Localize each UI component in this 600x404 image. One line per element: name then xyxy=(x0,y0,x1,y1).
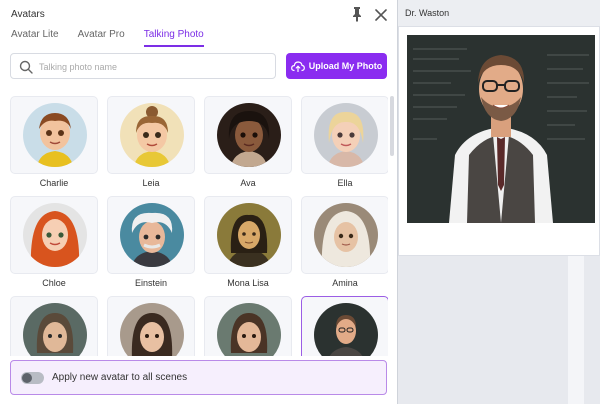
avatar-thumbnail-charlie xyxy=(23,103,87,167)
avatar-thumbnail-mona-lisa xyxy=(217,203,281,267)
avatar-card[interactable] xyxy=(301,196,388,274)
avatar-name: Ella xyxy=(337,178,353,188)
tab-avatar-lite[interactable]: Avatar Lite xyxy=(11,29,59,47)
preview-image xyxy=(407,35,595,223)
avatar-thumbnail-amina xyxy=(314,203,378,267)
tab-avatar-pro[interactable]: Avatar Pro xyxy=(78,29,125,47)
avatar-thumbnail-chloe xyxy=(23,203,87,267)
avatar-name: Chloe xyxy=(42,278,66,288)
apply-all-scenes-bar: Apply new avatar to all scenes xyxy=(10,360,387,395)
avatar-card[interactable] xyxy=(107,96,195,174)
avatar-thumbnail-11 xyxy=(217,303,281,356)
upload-my-photo-button[interactable]: Upload My Photo xyxy=(286,53,387,79)
preview-title: Dr. Waston xyxy=(405,8,450,18)
avatar-grid: Charlie Leia Ava Ella Chloe Einstein Mon… xyxy=(10,96,388,356)
avatar-card[interactable] xyxy=(204,296,292,356)
search-box xyxy=(10,53,276,79)
avatar-thumbnail-einstein xyxy=(120,203,184,267)
upload-button-label: Upload My Photo xyxy=(308,61,383,71)
avatar-card[interactable] xyxy=(204,96,292,174)
pin-icon[interactable] xyxy=(350,6,364,22)
avatar-item-10[interactable] xyxy=(107,296,196,356)
avatar-card[interactable] xyxy=(10,196,98,274)
avatar-card[interactable] xyxy=(10,296,98,356)
avatar-item-mona-lisa[interactable]: Mona Lisa xyxy=(204,196,293,296)
avatar-item-9[interactable] xyxy=(10,296,99,356)
avatar-item-ella[interactable]: Ella xyxy=(301,96,388,196)
avatar-thumbnail-ava xyxy=(217,103,281,167)
avatar-item-11[interactable] xyxy=(204,296,293,356)
apply-all-scenes-toggle[interactable] xyxy=(21,372,44,384)
avatar-name: Leia xyxy=(142,178,160,188)
avatar-card[interactable] xyxy=(301,96,388,174)
panel-title: Avatars xyxy=(11,9,45,20)
avatar-item-leia[interactable]: Leia xyxy=(107,96,196,196)
avatars-panel: Avatars Avatar Lite Avatar Pro Talking P… xyxy=(0,0,398,404)
avatar-name: Mona Lisa xyxy=(227,278,269,288)
close-icon[interactable] xyxy=(374,8,388,22)
avatar-thumbnail-leia xyxy=(120,103,184,167)
avatar-card[interactable] xyxy=(107,196,195,274)
avatar-thumbnail-10 xyxy=(120,303,184,356)
avatar-item-einstein[interactable]: Einstein xyxy=(107,196,196,296)
avatar-name: Einstein xyxy=(134,278,168,288)
preview-pane: Dr. Waston xyxy=(398,0,600,404)
avatar-thumbnail-12 xyxy=(314,303,378,356)
avatar-item-ava[interactable]: Ava xyxy=(204,96,293,196)
avatar-name: Amina xyxy=(332,278,358,288)
apply-all-scenes-label: Apply new avatar to all scenes xyxy=(52,372,188,383)
avatar-item-chloe[interactable]: Chloe xyxy=(10,196,99,296)
avatar-thumbnail-9 xyxy=(23,303,87,356)
avatar-item-charlie[interactable]: Charlie xyxy=(10,96,99,196)
tab-talking-photo[interactable]: Talking Photo xyxy=(143,29,204,47)
avatar-item-amina[interactable]: Amina xyxy=(301,196,388,296)
avatar-card[interactable] xyxy=(10,96,98,174)
search-input[interactable] xyxy=(39,58,269,75)
avatar-name: Charlie xyxy=(39,178,69,188)
search-icon xyxy=(19,60,33,74)
upload-cloud-icon xyxy=(290,60,305,72)
grid-scrollbar[interactable] xyxy=(390,96,394,156)
preview-scroll-strip xyxy=(568,256,584,404)
avatar-card-selected[interactable] xyxy=(301,296,388,356)
avatar-card[interactable] xyxy=(107,296,195,356)
toggle-knob xyxy=(22,373,32,383)
avatar-name: Ava xyxy=(240,178,256,188)
preview-card xyxy=(398,26,600,256)
avatar-thumbnail-ella xyxy=(314,103,378,167)
avatar-card[interactable] xyxy=(204,196,292,274)
avatar-item-12[interactable] xyxy=(301,296,388,356)
tab-bar: Avatar Lite Avatar Pro Talking Photo xyxy=(11,29,223,47)
